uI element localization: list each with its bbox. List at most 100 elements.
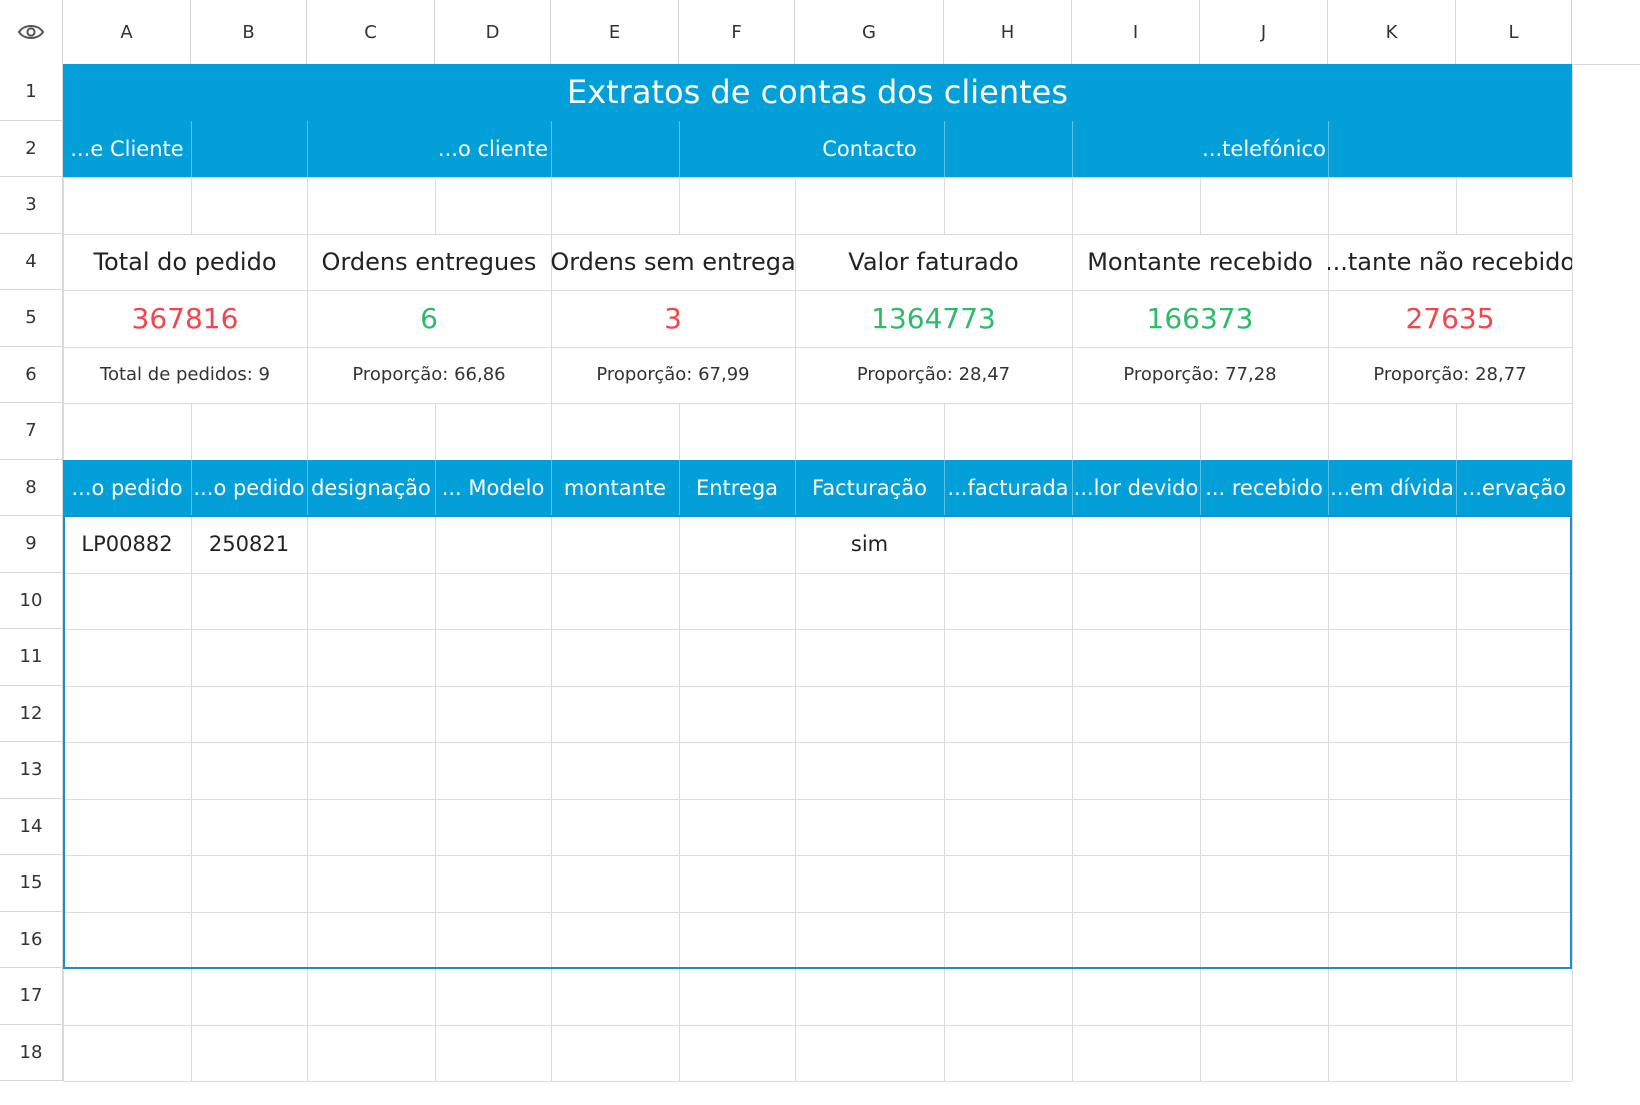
table-header-cell[interactable]: Facturação <box>795 460 944 517</box>
row-header-15[interactable]: 15 <box>0 855 63 912</box>
table-header-cell[interactable]: ...facturada <box>944 460 1072 517</box>
kpi-note[interactable]: Proporção: 28,47 <box>795 347 1072 404</box>
kpi-note[interactable]: Proporção: 28,77 <box>1328 347 1572 404</box>
grid-column-line <box>944 64 945 1081</box>
table-header-cell[interactable]: ... recebido <box>1200 460 1328 517</box>
table-header-cell[interactable]: montante <box>551 460 679 517</box>
column-header-bar: ABCDEFGHIJKL <box>0 0 1640 65</box>
kpi-label[interactable]: Total do pedido <box>63 234 307 291</box>
grid-column-line <box>1200 64 1201 1081</box>
table-header-divider <box>1072 459 1073 516</box>
column-header-b[interactable]: B <box>191 0 307 64</box>
row-header-4[interactable]: 4 <box>0 233 63 290</box>
kpi-value[interactable]: 166373 <box>1072 290 1328 347</box>
row-header-16[interactable]: 16 <box>0 911 63 968</box>
info-header-client-name[interactable]: ...e Cliente <box>63 121 191 178</box>
info-header-divider <box>1072 120 1073 177</box>
column-header-i[interactable]: I <box>1072 0 1200 64</box>
row-header-13[interactable]: 13 <box>0 742 63 799</box>
column-header-d[interactable]: D <box>435 0 551 64</box>
table-cell[interactable]: sim <box>795 516 944 573</box>
info-header-client-id[interactable]: ...o cliente <box>435 121 551 178</box>
table-header-divider <box>1456 459 1457 516</box>
kpi-note[interactable]: Proporção: 67,99 <box>551 347 795 404</box>
table-header-divider <box>551 459 552 516</box>
kpi-value[interactable]: 27635 <box>1328 290 1572 347</box>
table-header-cell[interactable]: designação <box>307 460 435 517</box>
column-header-e[interactable]: E <box>551 0 679 64</box>
row-header-6[interactable]: 6 <box>0 346 63 403</box>
row-header-14[interactable]: 14 <box>0 798 63 855</box>
kpi-note[interactable]: Total de pedidos: 9 <box>63 347 307 404</box>
kpi-label[interactable]: Valor faturado <box>795 234 1072 291</box>
table-header-divider <box>307 459 308 516</box>
row-header-18[interactable]: 18 <box>0 1024 63 1081</box>
table-header-cell[interactable]: ...lor devido <box>1072 460 1200 517</box>
grid-row-line <box>63 572 1572 574</box>
column-header-l[interactable]: L <box>1456 0 1572 64</box>
table-header-cell[interactable]: Entrega <box>679 460 795 517</box>
grid-column-line <box>307 64 308 1081</box>
row-header-9[interactable]: 9 <box>0 516 63 573</box>
table-header-cell[interactable]: ...em dívida <box>1328 460 1456 517</box>
grid-row-line <box>63 855 1572 856</box>
table-cell[interactable]: 250821 <box>191 516 307 573</box>
table-header-cell[interactable]: ...o pedido <box>191 460 307 517</box>
kpi-label[interactable]: Ordens sem entrega <box>551 234 795 291</box>
grid-row-line <box>63 798 1572 800</box>
grid-column-line <box>795 64 796 1081</box>
column-header-c[interactable]: C <box>307 0 435 64</box>
info-header-divider <box>679 120 680 177</box>
table-header-divider <box>679 459 680 516</box>
column-header-g[interactable]: G <box>795 0 944 64</box>
row-header-3[interactable]: 3 <box>0 177 63 234</box>
column-header-a[interactable]: A <box>63 0 191 64</box>
grid-column-line <box>1072 64 1073 1081</box>
row-header-1[interactable]: 1 <box>0 64 63 121</box>
row-header-7[interactable]: 7 <box>0 403 63 460</box>
column-header-h[interactable]: H <box>944 0 1072 64</box>
column-header-j[interactable]: J <box>1200 0 1328 64</box>
column-header-k[interactable]: K <box>1328 0 1456 64</box>
table-header-divider <box>944 459 945 516</box>
row-header-8[interactable]: 8 <box>0 459 63 516</box>
kpi-value[interactable]: 3 <box>551 290 795 347</box>
kpi-note[interactable]: Proporção: 77,28 <box>1072 347 1328 404</box>
info-header-divider <box>307 120 308 177</box>
table-header-divider <box>795 459 796 516</box>
table-cell[interactable]: LP00882 <box>63 516 191 573</box>
table-header-divider <box>1328 459 1329 516</box>
row-header-2[interactable]: 2 <box>0 120 63 177</box>
info-header-contact[interactable]: Contacto <box>795 121 944 178</box>
grid-column-line <box>1572 64 1573 1081</box>
sheet-title[interactable]: Extratos de contas dos clientes <box>63 64 1572 121</box>
view-toggle-corner[interactable] <box>0 0 63 64</box>
kpi-label[interactable]: Ordens entregues <box>307 234 551 291</box>
row-header-17[interactable]: 17 <box>0 968 63 1025</box>
info-header-phone[interactable]: ...telefónico <box>1200 121 1328 178</box>
kpi-note[interactable]: Proporção: 66,86 <box>307 347 551 404</box>
kpi-value[interactable]: 367816 <box>63 290 307 347</box>
grid-row-line <box>63 742 1572 743</box>
kpi-label[interactable]: ...tante não recebido <box>1328 234 1572 291</box>
row-header-10[interactable]: 10 <box>0 572 63 629</box>
kpi-label[interactable]: Montante recebido <box>1072 234 1328 291</box>
table-header-cell[interactable]: ...o pedido <box>63 460 191 517</box>
kpi-value[interactable]: 6 <box>307 290 551 347</box>
info-header-divider <box>944 120 945 177</box>
row-header-5[interactable]: 5 <box>0 290 63 347</box>
grid-column-line <box>679 64 680 1081</box>
info-header-divider <box>191 120 192 177</box>
grid-column-line <box>435 64 436 1081</box>
table-header-cell[interactable]: ... Modelo <box>435 460 551 517</box>
table-header-divider <box>191 459 192 516</box>
row-header-12[interactable]: 12 <box>0 685 63 742</box>
eye-icon[interactable] <box>17 23 45 41</box>
kpi-value[interactable]: 1364773 <box>795 290 1072 347</box>
grid-row-line <box>63 629 1572 630</box>
info-header-divider <box>551 120 552 177</box>
table-header-cell[interactable]: ...ervação <box>1456 460 1572 517</box>
column-header-f[interactable]: F <box>679 0 795 64</box>
info-header-divider <box>1328 120 1329 177</box>
row-header-11[interactable]: 11 <box>0 629 63 686</box>
